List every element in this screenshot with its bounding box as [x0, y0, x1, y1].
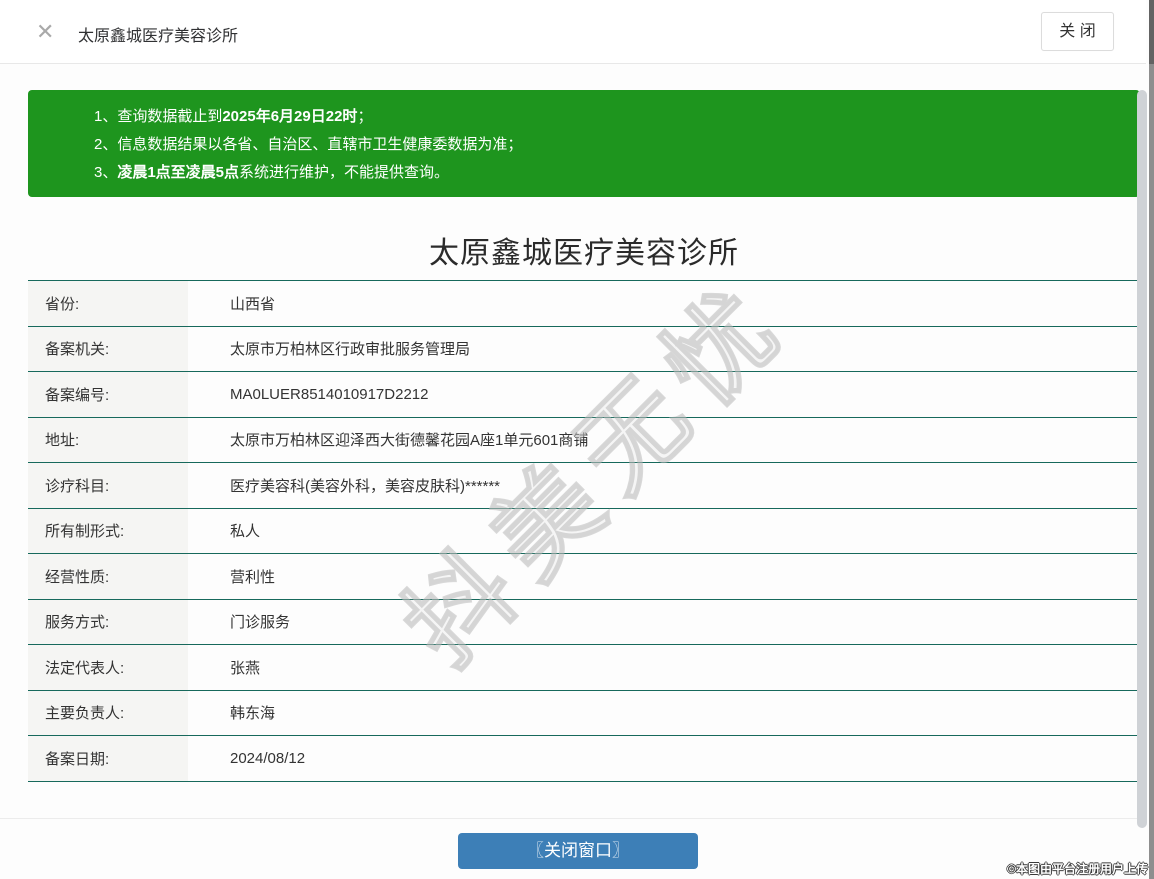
notice-line-2-text: 2、信息数据结果以各省、自治区、直辖市卫生健康委数据为准；: [94, 136, 522, 153]
row-value: MA0LUER8514010917D2212: [188, 372, 1140, 417]
vertical-scrollbar-thumb[interactable]: [1137, 90, 1147, 828]
row-label: 所有制形式:: [28, 509, 188, 554]
notice-line-1: 1、查询数据截止到2025年6月29日22时；: [94, 103, 1120, 131]
row-label: 备案日期:: [28, 736, 188, 781]
row-value: 私人: [188, 509, 1140, 554]
table-row-address: 地址: 太原市万柏林区迎泽西大街德馨花园A座1单元601商铺: [28, 418, 1140, 464]
row-label: 诊疗科目:: [28, 463, 188, 508]
row-value: 太原市万柏林区迎泽西大街德馨花园A座1单元601商铺: [188, 418, 1140, 463]
notice-line-3: 3、凌晨1点至凌晨5点系统进行维护，不能提供查询。: [94, 159, 1120, 187]
modal-header: ✕ 太原鑫城医疗美容诊所 关 闭: [0, 0, 1146, 64]
table-row-legal-representative: 法定代表人: 张燕: [28, 645, 1140, 691]
notice-line-3-tail: 系统进行维护，不能提供查询。: [239, 164, 449, 181]
row-value: 韩东海: [188, 691, 1140, 736]
modal-title: 太原鑫城医疗美容诊所: [78, 22, 238, 46]
table-row-principal: 主要负责人: 韩东海: [28, 691, 1140, 737]
notice-line-1-tail: ；: [357, 108, 372, 125]
modal-window: ✕ 太原鑫城医疗美容诊所 关 闭 1、查询数据截止到2025年6月29日22时；…: [0, 0, 1154, 879]
row-value: 2024/08/12: [188, 736, 1140, 781]
table-row-filing-date: 备案日期: 2024/08/12: [28, 736, 1140, 782]
notice-line-1-text: 1、查询数据截止到: [94, 108, 222, 125]
row-value: 太原市万柏林区行政审批服务管理局: [188, 327, 1140, 372]
row-label: 经营性质:: [28, 554, 188, 599]
row-label: 服务方式:: [28, 600, 188, 645]
row-value: 门诊服务: [188, 600, 1140, 645]
row-label: 备案机关:: [28, 327, 188, 372]
row-label: 主要负责人:: [28, 691, 188, 736]
browser-edge-strip-top: [1149, 0, 1154, 64]
browser-edge-strip: [1149, 0, 1154, 879]
page-title: 太原鑫城医疗美容诊所: [28, 228, 1140, 272]
row-label: 省份:: [28, 281, 188, 326]
close-x-icon[interactable]: ✕: [36, 19, 54, 45]
close-button[interactable]: 关 闭: [1041, 12, 1114, 51]
table-row-ownership: 所有制形式: 私人: [28, 509, 1140, 555]
row-value: 山西省: [188, 281, 1140, 326]
table-row-treatment-subjects: 诊疗科目: 医疗美容科(美容外科，美容皮肤科)******: [28, 463, 1140, 509]
table-row-filing-number: 备案编号: MA0LUER8514010917D2212: [28, 372, 1140, 418]
table-row-business-nature: 经营性质: 营利性: [28, 554, 1140, 600]
notice-line-2: 2、信息数据结果以各省、自治区、直辖市卫生健康委数据为准；: [94, 131, 1120, 159]
row-value: 医疗美容科(美容外科，美容皮肤科)******: [188, 463, 1140, 508]
table-row-filing-authority: 备案机关: 太原市万柏林区行政审批服务管理局: [28, 327, 1140, 373]
row-label: 法定代表人:: [28, 645, 188, 690]
row-value: 营利性: [188, 554, 1140, 599]
close-window-button[interactable]: 〖关闭窗口〗: [458, 833, 698, 869]
row-label: 地址:: [28, 418, 188, 463]
row-label: 备案编号:: [28, 372, 188, 417]
table-row-service-mode: 服务方式: 门诊服务: [28, 600, 1140, 646]
clinic-info-table: 省份: 山西省 备案机关: 太原市万柏林区行政审批服务管理局 备案编号: MA0…: [28, 280, 1140, 782]
notice-line-3-bold: 凌晨1点至凌晨5点: [117, 164, 239, 181]
footer-divider: [0, 818, 1146, 819]
notice-line-3-text: 3、: [94, 164, 117, 181]
notice-banner: 1、查询数据截止到2025年6月29日22时； 2、信息数据结果以各省、自治区、…: [28, 90, 1140, 197]
row-value: 张燕: [188, 645, 1140, 690]
credit-watermark: ©本图由平台注册用户上传: [1007, 860, 1148, 877]
table-row-province: 省份: 山西省: [28, 281, 1140, 327]
notice-line-1-bold: 2025年6月29日22时: [222, 108, 357, 125]
